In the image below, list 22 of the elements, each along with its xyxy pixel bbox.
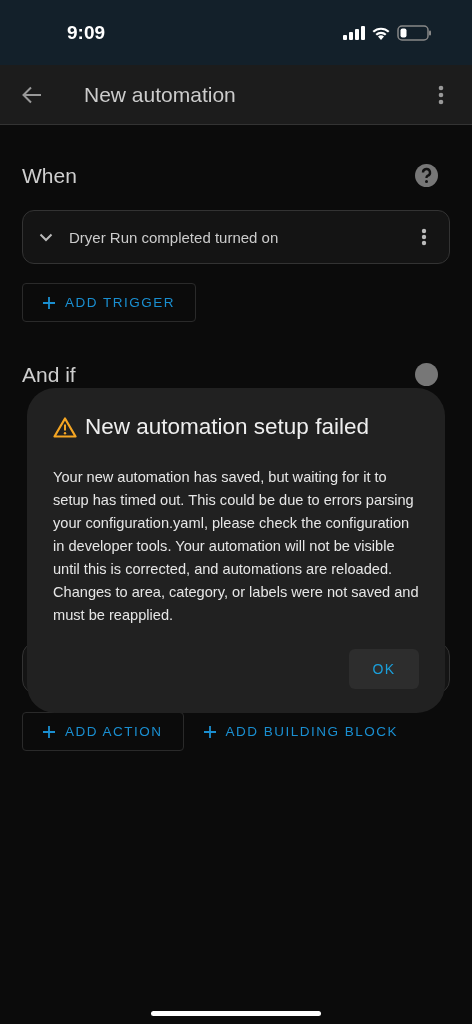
section-heading: And if xyxy=(22,362,76,387)
page-title: New automation xyxy=(84,82,237,107)
warning-icon xyxy=(53,416,77,438)
clock-time: 9:09 xyxy=(67,21,106,44)
plus-icon xyxy=(43,296,55,309)
dialog-message: Your new automation has saved, but waiting for it to setup has timed out. This could be due to errors parsing your configuration.yaml, please check the configuration in developer tools. Your automation will not be visible until this is corrected, and automations are reloaded. Changes to area, category, or labels were not saved and must be reapplied. xyxy=(53,468,419,625)
more-options-icon[interactable] xyxy=(438,84,444,105)
signal-icon xyxy=(343,25,365,40)
wifi-icon xyxy=(371,25,391,40)
more-options-icon[interactable] xyxy=(421,228,427,246)
back-arrow-icon[interactable] xyxy=(22,85,42,104)
add-trigger-button[interactable]: ADD TRIGGER xyxy=(22,283,196,322)
plus-icon xyxy=(203,725,216,738)
ok-button[interactable]: OK xyxy=(349,649,419,689)
battery-icon xyxy=(397,24,432,41)
chevron-icon[interactable] xyxy=(39,232,53,242)
trigger-card[interactable]: Dryer Run completed turned on xyxy=(22,210,450,264)
add-building-block-button[interactable]: ADD BUILDING BLOCK xyxy=(183,712,419,751)
plus-icon xyxy=(43,725,55,738)
section-heading: When xyxy=(22,163,77,188)
dialog-title: New automation setup failed xyxy=(85,414,369,440)
trigger-label: Dryer Run completed turned on xyxy=(69,228,280,246)
